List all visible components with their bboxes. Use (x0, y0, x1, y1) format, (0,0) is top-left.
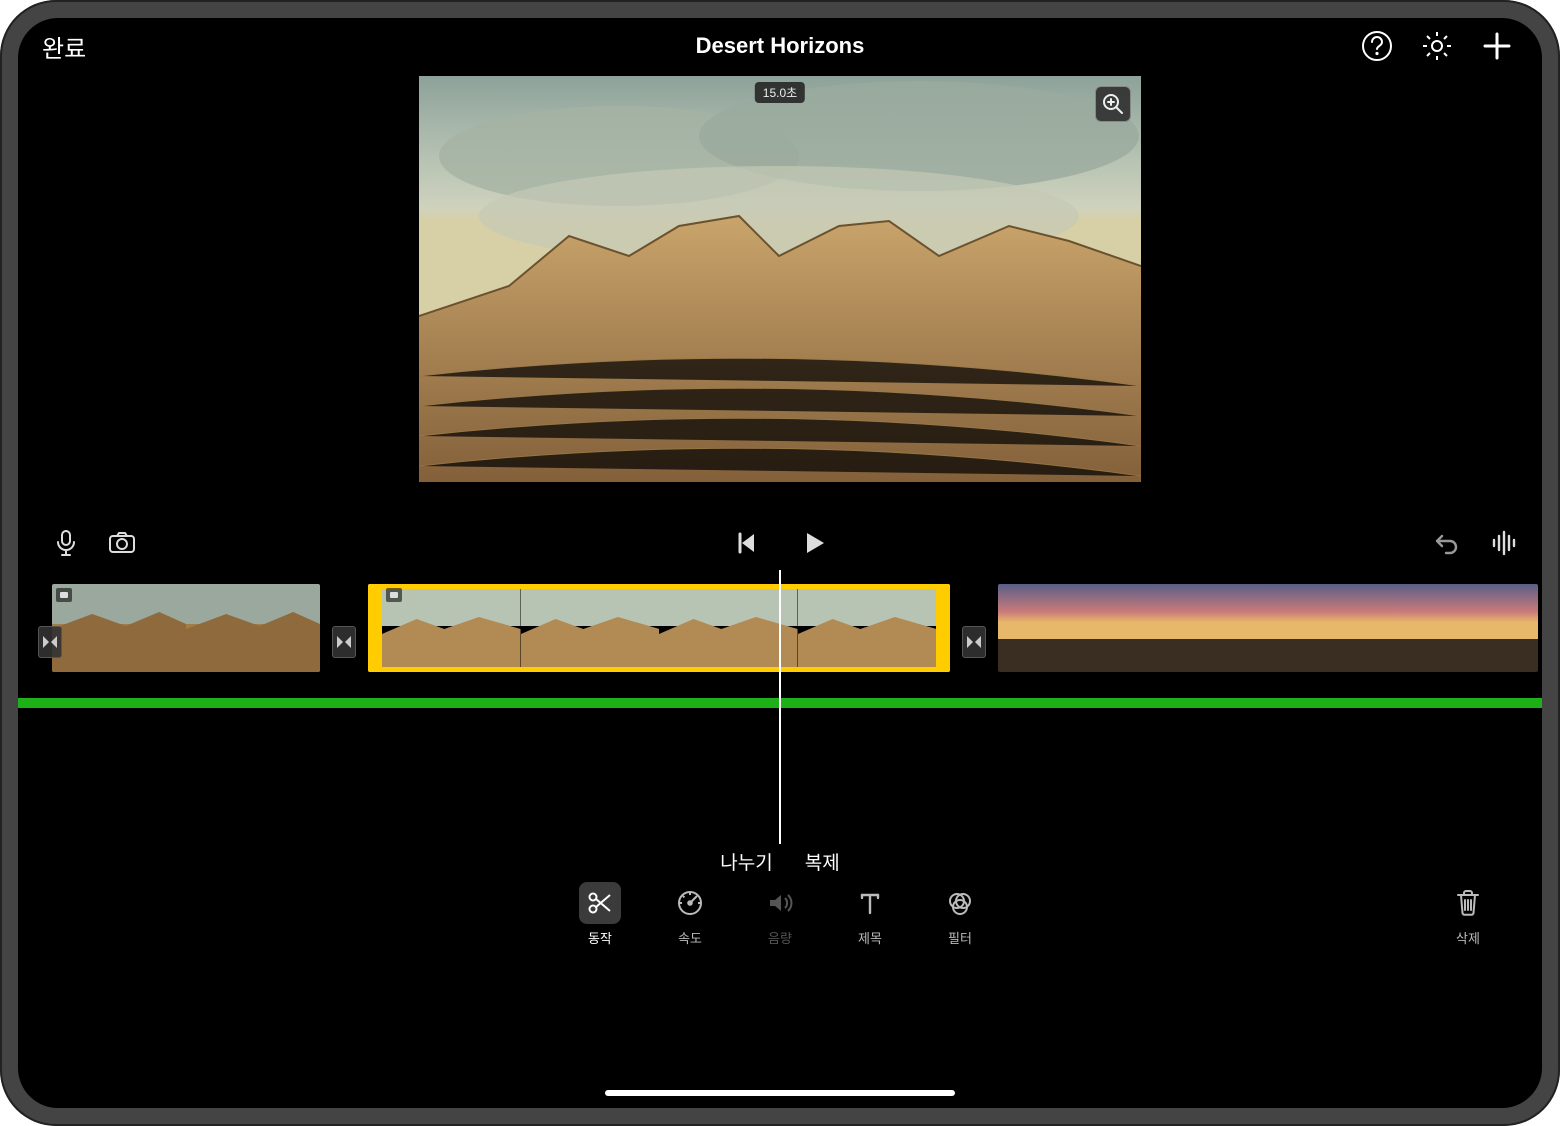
tool-title[interactable]: 제목 (844, 882, 896, 947)
transition-icon[interactable] (962, 626, 986, 658)
preview-area: 15.0초 (18, 74, 1542, 516)
split-action[interactable]: 나누기 (720, 848, 772, 875)
tool-label: 음량 (768, 928, 792, 947)
help-icon[interactable] (1360, 29, 1394, 63)
camera-icon[interactable] (108, 529, 136, 557)
tool-label: 동작 (588, 928, 612, 947)
timeline-clip-selected[interactable] (368, 584, 950, 672)
tool-label: 제목 (858, 928, 882, 947)
playhead[interactable] (779, 570, 781, 844)
skip-back-icon[interactable] (732, 529, 760, 557)
volume-icon (759, 882, 801, 924)
tool-filter[interactable]: 필터 (934, 882, 986, 947)
clip-type-icon (56, 588, 72, 602)
undo-icon[interactable] (1432, 529, 1460, 557)
topbar-right (1360, 29, 1524, 63)
waveform-icon[interactable] (1490, 529, 1518, 557)
app-screen: 완료 Desert Horizons (18, 18, 1542, 1108)
timeline-clip[interactable] (998, 584, 1538, 672)
transport-row (18, 516, 1542, 570)
microphone-icon[interactable] (52, 529, 80, 557)
filter-icon (939, 882, 981, 924)
tool-delete[interactable]: 삭제 (1442, 882, 1494, 947)
duration-badge: 15.0초 (755, 82, 805, 103)
clip-context-actions: 나누기 복제 (18, 844, 1542, 878)
settings-icon[interactable] (1420, 29, 1454, 63)
tool-label: 속도 (678, 928, 702, 947)
preview-frame[interactable]: 15.0초 (419, 76, 1141, 482)
clip-type-icon (386, 588, 402, 602)
play-icon[interactable] (800, 529, 828, 557)
clip-trim-handle-left[interactable] (368, 584, 382, 672)
tool-speed[interactable]: 속도 (664, 882, 716, 947)
transition-icon[interactable] (38, 626, 62, 658)
tool-action[interactable]: 동작 (574, 882, 626, 947)
text-icon (849, 882, 891, 924)
timeline[interactable] (18, 570, 1542, 844)
zoom-in-icon[interactable] (1095, 86, 1131, 122)
scissors-icon (579, 882, 621, 924)
clip-trim-handle-right[interactable] (936, 584, 950, 672)
transition-icon[interactable] (332, 626, 356, 658)
topbar: 완료 Desert Horizons (18, 18, 1542, 74)
done-button[interactable]: 완료 (36, 29, 86, 64)
home-indicator[interactable] (605, 1090, 955, 1096)
add-icon[interactable] (1480, 29, 1514, 63)
tool-label: 삭제 (1456, 928, 1480, 947)
timeline-clip[interactable] (52, 584, 320, 672)
duplicate-action[interactable]: 복제 (805, 848, 840, 875)
device-frame: 완료 Desert Horizons (0, 0, 1560, 1126)
speedometer-icon (669, 882, 711, 924)
trash-icon (1447, 882, 1489, 924)
tool-volume: 음량 (754, 882, 806, 947)
project-title: Desert Horizons (18, 33, 1542, 59)
tool-label: 필터 (948, 928, 972, 947)
tools-row: 동작 속도 음량 제목 (18, 878, 1542, 964)
